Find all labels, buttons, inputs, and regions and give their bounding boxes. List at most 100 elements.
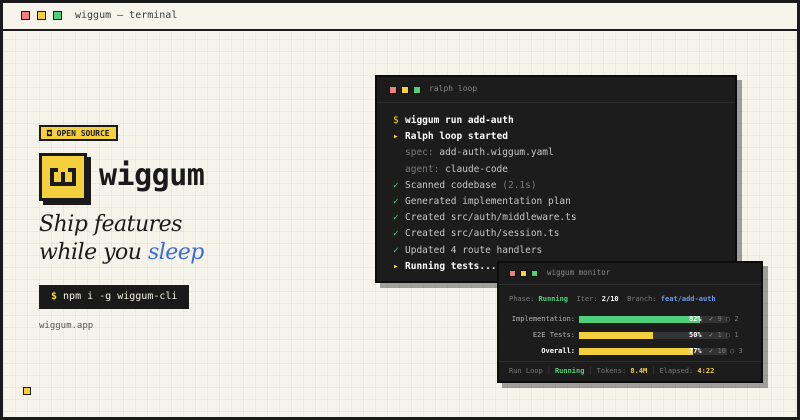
iter-value: 2/10 bbox=[601, 295, 619, 303]
branch-label: Branch: bbox=[627, 295, 657, 303]
progress-label: E2E Tests: bbox=[532, 331, 575, 339]
minimize-window-button[interactable] bbox=[37, 11, 46, 20]
line-key: spec: bbox=[405, 147, 434, 159]
monitor-maximize-button[interactable] bbox=[531, 270, 538, 277]
terminal-line: ✓ Created src/auth/session.ts bbox=[393, 226, 735, 242]
tagline-line-2: while you sleep bbox=[39, 239, 204, 267]
install-command[interactable]: $ npm i -g wiggum-cli bbox=[39, 285, 190, 309]
line-text: claude-code bbox=[445, 163, 508, 175]
terminal-line: ✓ Scanned codebase (2.1s) bbox=[393, 178, 735, 194]
app-frame: wiggum — terminal ◘ OPEN SOURCE wiggum S… bbox=[3, 3, 797, 417]
progress-fill bbox=[579, 316, 701, 323]
window-title: wiggum — terminal bbox=[75, 10, 178, 21]
ralph-loop-terminal: ralph loop $ wiggum run add-auth ▸ Ralph lo… bbox=[375, 75, 737, 283]
line-text: add-auth.wiggum.yaml bbox=[439, 147, 554, 159]
terminal-header: ralph loop bbox=[377, 77, 735, 103]
line-prefix: ✓ bbox=[393, 179, 399, 191]
prompt-symbol: $ bbox=[51, 291, 58, 302]
brand-name: wiggum bbox=[99, 158, 205, 193]
terminal-line: ✓ Generated implementation plan bbox=[393, 194, 735, 210]
line-prefix: ▸ bbox=[393, 131, 399, 143]
terminal-output: $ wiggum run add-auth ▸ Ralph loop started s… bbox=[377, 103, 735, 275]
done-count: 9 bbox=[717, 315, 722, 323]
elapsed-value: 4:22 bbox=[697, 367, 715, 375]
line-text: Generated implementation plan bbox=[405, 195, 571, 207]
pending-count: 1 bbox=[734, 331, 739, 339]
tokens-label: Tokens: bbox=[596, 367, 627, 375]
done-count: 1 bbox=[717, 331, 722, 339]
terminal-maximize-button[interactable] bbox=[413, 86, 421, 94]
line-text: Running tests... bbox=[405, 260, 497, 272]
terminal-line: ✓ Created src/auth/middleware.ts bbox=[393, 210, 735, 226]
terminal-line: ✓ Updated 4 route handlers bbox=[393, 243, 735, 259]
close-window-button[interactable] bbox=[21, 11, 30, 20]
tagline-line-1: Ship features bbox=[39, 212, 182, 237]
wiggum-logo-icon bbox=[39, 153, 87, 201]
tagline-accent-word: sleep bbox=[147, 240, 204, 265]
line-duration: (2.1s) bbox=[502, 179, 537, 191]
progress-counts: ✓ 10 ○ 3 bbox=[709, 347, 743, 355]
loop-label: Run Loop bbox=[509, 367, 543, 375]
line-text: Scanned codebase bbox=[405, 179, 497, 191]
terminal-line: $ wiggum run add-auth bbox=[393, 113, 735, 129]
monitor-status-line: Phase: Running Iter: 2/10 Branch: feat/a… bbox=[509, 295, 716, 303]
done-count: 10 bbox=[717, 347, 726, 355]
progress-bar bbox=[579, 332, 727, 339]
monitor-close-button[interactable] bbox=[509, 270, 516, 277]
line-text: Created src/auth/session.ts bbox=[405, 228, 560, 240]
pending-count: 2 bbox=[734, 315, 739, 323]
progress-row: Implementation: 82% ✓ 9 ○ 2 bbox=[507, 315, 757, 325]
line-text: Ralph loop started bbox=[405, 131, 508, 143]
line-text: Updated 4 route handlers bbox=[405, 244, 543, 256]
progress-label: Overall: bbox=[541, 347, 575, 355]
terminal-title: ralph loop bbox=[429, 84, 478, 93]
monitor-footer: Run Loop │ Running │ Tokens: 8.4M │ Elapsed: 4… bbox=[499, 361, 761, 381]
progress-percent: 77% bbox=[689, 347, 702, 355]
line-prefix: ✓ bbox=[393, 212, 399, 224]
terminal-line: ▸ Ralph loop started bbox=[393, 129, 735, 145]
open-source-badge: ◘ OPEN SOURCE bbox=[39, 125, 118, 141]
line-key: agent: bbox=[405, 163, 440, 175]
wiggum-monitor-panel: wiggum monitor Phase: Running Iter: 2/10… bbox=[497, 261, 763, 383]
progress-percent: 82% bbox=[689, 315, 702, 323]
maximize-window-button[interactable] bbox=[53, 11, 62, 20]
window-titlebar: wiggum — terminal bbox=[3, 3, 797, 31]
monitor-header: wiggum monitor bbox=[499, 263, 761, 285]
install-command-text: npm i -g wiggum-cli bbox=[63, 291, 178, 302]
line-prefix: ✓ bbox=[393, 228, 399, 240]
terminal-line: agent: claude-code bbox=[393, 162, 735, 178]
progress-fill bbox=[579, 332, 653, 339]
progress-counts: ✓ 9 ○ 2 bbox=[709, 315, 739, 323]
progress-percent: 50% bbox=[689, 331, 702, 339]
tokens-value: 8.4M bbox=[630, 367, 648, 375]
phase-value: Running bbox=[538, 295, 569, 303]
progress-label: Implementation: bbox=[511, 315, 575, 323]
progress-bar bbox=[579, 316, 727, 323]
progress-bar bbox=[579, 348, 727, 355]
line-text: Created src/auth/middleware.ts bbox=[405, 212, 577, 224]
progress-row: E2E Tests: 50% ✓ 1 ○ 1 bbox=[507, 331, 757, 341]
line-prefix: $ bbox=[393, 115, 399, 126]
loop-value: Running bbox=[554, 367, 585, 375]
phase-label: Phase: bbox=[509, 295, 535, 303]
pending-count: 3 bbox=[738, 347, 743, 355]
site-link[interactable]: wiggum.app bbox=[39, 321, 93, 331]
monitor-title: wiggum monitor bbox=[547, 268, 611, 277]
monitor-minimize-button[interactable] bbox=[520, 270, 527, 277]
line-text: wiggum run add-auth bbox=[405, 115, 514, 126]
terminal-minimize-button[interactable] bbox=[401, 86, 409, 94]
line-prefix: ✓ bbox=[393, 195, 399, 207]
iter-label: Iter: bbox=[576, 295, 598, 303]
hero-tagline: Ship features while you sleep bbox=[39, 211, 204, 267]
terminal-close-button[interactable] bbox=[389, 86, 397, 94]
branch-value: feat/add-auth bbox=[660, 295, 716, 303]
progress-counts: ✓ 1 ○ 1 bbox=[709, 331, 739, 339]
line-prefix: ✓ bbox=[393, 244, 399, 256]
decorative-square-icon bbox=[23, 387, 31, 395]
elapsed-label: Elapsed: bbox=[659, 367, 694, 375]
tagline-line-2-start: while you bbox=[39, 240, 142, 265]
line-prefix: ▸ bbox=[393, 260, 399, 272]
terminal-line: spec: add-auth.wiggum.yaml bbox=[393, 145, 735, 161]
progress-row: Overall: 77% ✓ 10 ○ 3 bbox=[507, 347, 757, 357]
progress-fill bbox=[579, 348, 693, 355]
